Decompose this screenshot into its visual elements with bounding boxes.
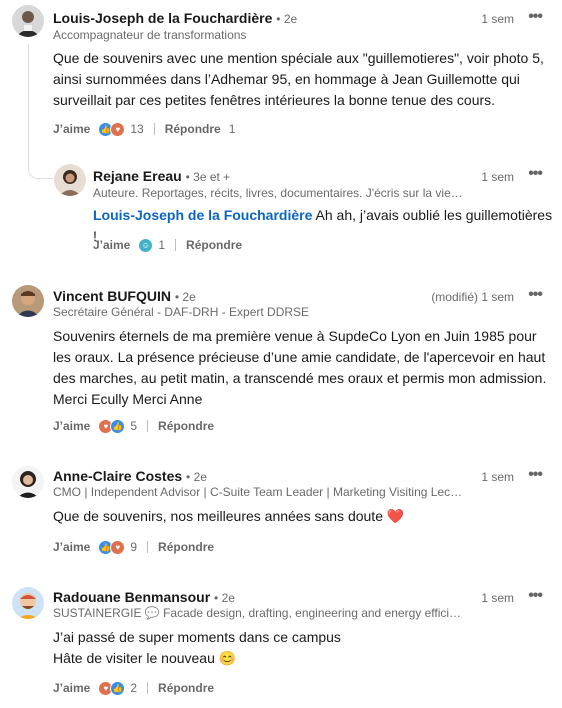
author-headline: Secrétaire Général - DAF-DRH - Expert DD… [53,305,310,319]
comment-text: Que de souvenirs avec une mention spécia… [53,50,544,108]
like-icon: 👍 [110,418,126,434]
author-name[interactable]: Anne-Claire Costes • 2e [53,468,207,484]
author-name[interactable]: Louis-Joseph de la Fouchardière • 2e [53,10,297,26]
comment-actions: J’aime ♥ 👍 2 Répondre [53,678,214,698]
like-button[interactable]: J’aime [93,238,130,252]
more-options-icon[interactable]: ••• [528,587,543,605]
author-headline: SUSTAINERGIE 💬 Facade design, drafting, … [53,606,465,620]
author-headline: CMO | Independent Advisor | C-Suite Team… [53,485,465,499]
love-icon: ♥ [110,539,126,555]
mention-link[interactable]: Louis-Joseph de la Fouchardière [93,207,312,223]
reactions[interactable]: ♥ 👍 [98,418,126,434]
more-options-icon[interactable]: ••• [528,165,543,183]
reply-button[interactable]: Répondre [158,681,214,695]
timestamp: 1 sem [481,12,514,26]
timestamp: 1 sem [481,470,514,484]
avatar[interactable] [12,466,44,498]
like-button[interactable]: J’aime [53,419,90,433]
reaction-count: 13 [130,122,144,136]
timestamp: (modifié) 1 sem [431,290,514,304]
comment-text: Que de souvenirs, nos meilleures années … [53,508,405,524]
reply-button[interactable]: Répondre [158,540,214,554]
more-options-icon[interactable]: ••• [528,8,543,26]
avatar[interactable] [12,285,44,317]
comment-actions: J’aime 👍 ♥ 13 Répondre 1 [53,119,235,139]
author-headline: Accompagnateur de transformations [53,28,247,42]
avatar[interactable] [12,5,44,37]
divider [153,123,155,135]
funny-icon: ☺ [138,237,154,253]
divider [147,682,149,694]
comment-text: Souvenirs éternels de ma première venue … [53,328,547,407]
reaction-count: 1 [158,238,166,252]
avatar[interactable] [54,164,86,196]
reaction-count: 2 [130,681,138,695]
divider [147,541,149,553]
like-button[interactable]: J’aime [53,540,90,554]
comment-actions: J’aime 👍 ♥ 9 Répondre [53,537,214,557]
author-name[interactable]: Vincent BUFQUIN • 2e [53,288,196,304]
reaction-count: 9 [130,540,138,554]
comment-line: J’ai passé de super moments dans ce camp… [53,629,341,645]
reply-button[interactable]: Répondre [186,238,242,252]
reply-button[interactable]: Répondre [158,419,214,433]
reply-count: 1 [228,122,236,136]
like-button[interactable]: J’aime [53,681,90,695]
author-name[interactable]: Rejane Ereau • 3e et + [93,168,230,184]
author-name[interactable]: Radouane Benmansour • 2e [53,589,235,605]
like-icon: 👍 [110,680,126,696]
reply-button[interactable]: Répondre [165,122,221,136]
more-options-icon[interactable]: ••• [528,466,543,484]
reactions[interactable]: ♥ 👍 [98,680,126,696]
divider [175,239,177,251]
comment-line: Hâte de visiter le nouveau 😊 [53,650,237,666]
author-headline: Auteure. Reportages, récits, livres, doc… [93,186,465,200]
comment-text: J’ai passé de super moments dans ce camp… [53,627,550,669]
reactions[interactable]: 👍 ♥ [98,121,126,137]
timestamp: 1 sem [481,591,514,605]
comment-actions: J’aime ♥ 👍 5 Répondre [53,416,214,436]
reactions[interactable]: ☺ [138,237,154,253]
thread-line [28,44,29,158]
avatar[interactable] [12,587,44,619]
timestamp: 1 sem [481,170,514,184]
like-button[interactable]: J’aime [53,122,90,136]
love-icon: ♥ [110,121,126,137]
reactions[interactable]: 👍 ♥ [98,539,126,555]
comment-actions: J’aime ☺ 1 Répondre [93,235,242,255]
reaction-count: 5 [130,419,138,433]
more-options-icon[interactable]: ••• [528,286,543,304]
thread-curve [28,154,53,179]
divider [147,420,149,432]
